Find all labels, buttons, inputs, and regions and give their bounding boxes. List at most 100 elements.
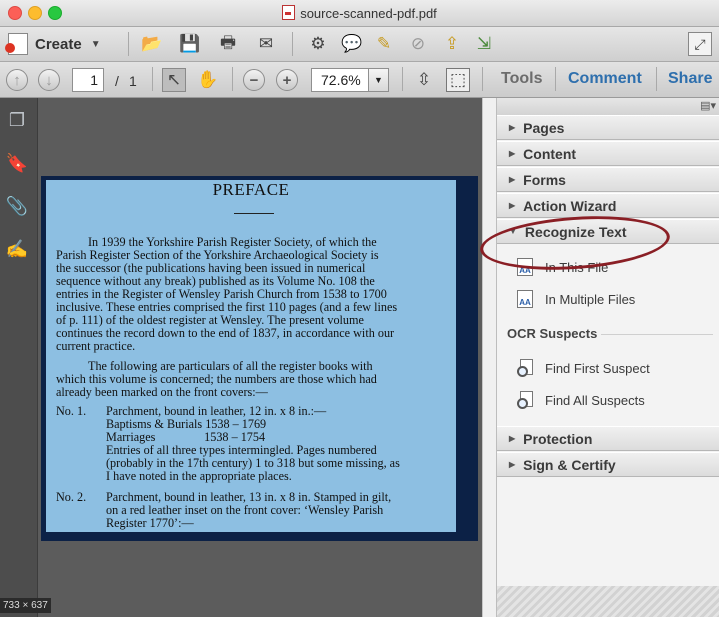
title-bar: source-scanned-pdf.pdf (0, 0, 719, 27)
highlight-icon[interactable]: ✎ (372, 32, 396, 56)
scroll-mode-button[interactable]: ⇳ (412, 68, 436, 92)
section-forms[interactable]: ▶ Forms (497, 167, 719, 192)
attachment-icon[interactable]: 📎 (5, 194, 29, 218)
zoom-dropdown[interactable]: ▼ (368, 68, 389, 92)
minus-icon: − (249, 71, 259, 89)
find-suspect-icon (517, 359, 533, 377)
document-line: already been marked on the front covers:… (56, 385, 268, 399)
section-label: Content (523, 145, 577, 162)
fullscreen-icon[interactable]: ⤢ (688, 32, 712, 56)
toolbar-divider (128, 32, 129, 56)
section-label: Forms (523, 171, 566, 188)
hand-tool-button[interactable]: ✋ (196, 68, 220, 92)
section-sign-certify[interactable]: ▶ Sign & Certify (497, 452, 719, 477)
toolbar-divider (402, 67, 403, 91)
section-protection[interactable]: ▶ Protection (497, 426, 719, 451)
select-tool-button[interactable]: ↖ (162, 68, 186, 92)
page-thumbnails-icon[interactable]: ❐ (5, 108, 29, 132)
chevron-down-icon: ▼ (90, 38, 101, 50)
section-label: Sign & Certify (523, 456, 616, 473)
cursor-arrow-icon: ↖ (166, 70, 182, 89)
zoom-out-button[interactable]: − (243, 69, 265, 91)
sign-icon[interactable]: ⊘ (406, 32, 430, 56)
section-label: Action Wizard (523, 197, 617, 214)
tools-panel: ▤▾ ▶ Pages ▶ Content ▶ Forms ▶ Action Wizard… (496, 98, 719, 617)
section-pages[interactable]: ▶ Pages (497, 115, 719, 140)
next-page-button[interactable]: ↓ (38, 69, 60, 91)
dimension-label: 733 × 637 (0, 598, 51, 613)
page-separator: / (115, 73, 119, 89)
triangle-right-icon: ▶ (509, 123, 516, 132)
panel-header: ▤▾ (497, 98, 719, 116)
panel-empty-area (497, 478, 719, 586)
item-label: Find First Suspect (545, 360, 650, 376)
bookmark-icon[interactable]: 🔖 (5, 151, 29, 175)
entry-line: I have noted in the appropriate places. (106, 469, 292, 483)
page-total: 1 (129, 73, 137, 89)
comment-icon[interactable]: 💬 (340, 32, 364, 56)
share-icon[interactable]: ⇲ (472, 32, 496, 56)
section-label: Protection (523, 430, 593, 447)
create-button[interactable]: Create ▼ (5, 32, 101, 56)
page-scroll-icon: ⇳ (416, 70, 432, 89)
triangle-right-icon: ▶ (509, 149, 516, 158)
main-toolbar: Create ▼ 📂 💾 🖶 ✉ ⚙ 💬 ✎ ⊘ ⇪ ⇲ ⤢ (0, 27, 719, 62)
ocr-multiple-documents-icon: AA (517, 290, 533, 308)
in-multiple-files-item[interactable]: AA In Multiple Files (517, 288, 635, 310)
fit-page-icon: ⬚ (449, 70, 467, 89)
arrow-down-icon: ↓ (45, 71, 53, 89)
ocr-suspects-heading: OCR Suspects (507, 326, 598, 341)
signature-icon[interactable]: ✍ (5, 237, 29, 261)
toolbar-divider (152, 67, 153, 91)
triangle-right-icon: ▶ (509, 460, 516, 469)
pdf-file-icon (282, 5, 296, 20)
gear-icon[interactable]: ⚙ (306, 32, 330, 56)
vertical-scrollbar[interactable] (482, 98, 497, 617)
panel-resize-area (497, 586, 719, 617)
item-label: In Multiple Files (545, 291, 636, 307)
panel-options-icon[interactable]: ▤▾ (700, 99, 716, 112)
section-content[interactable]: ▶ Content (497, 141, 719, 166)
entry-number: No. 2. (56, 490, 87, 504)
window-title-text: source-scanned-pdf.pdf (300, 6, 437, 21)
triangle-right-icon: ▶ (509, 175, 516, 184)
triangle-right-icon: ▶ (509, 434, 516, 443)
toolbar-divider (232, 67, 233, 91)
toolbar-divider (482, 67, 483, 91)
find-all-suspects-item[interactable]: Find All Suspects (517, 389, 645, 411)
document-line: current practice. (56, 339, 136, 353)
save-icon[interactable]: 💾 (178, 32, 202, 56)
zoom-value: 72.6% (321, 72, 361, 88)
heading-rule (234, 213, 274, 214)
create-label: Create (35, 35, 82, 53)
find-first-suspect-item[interactable]: Find First Suspect (517, 357, 650, 379)
navigation-toolbar: ↑ ↓ 1 / 1 ↖ ✋ − + 72.6% ▼ ⇳ ⬚ Tools Comm… (0, 62, 719, 98)
zoom-input[interactable]: 72.6% (311, 68, 369, 92)
open-folder-icon[interactable]: 📂 (140, 32, 164, 56)
navigation-pane: ❐ 🔖 📎 ✍ (0, 98, 38, 617)
item-label: Find All Suspects (545, 392, 645, 408)
document-heading: PREFACE (212, 180, 290, 199)
window-title: source-scanned-pdf.pdf (0, 5, 719, 21)
triangle-right-icon: ▶ (509, 201, 516, 210)
tab-tools[interactable]: Tools (501, 70, 542, 88)
section-label: Pages (523, 119, 565, 136)
print-icon[interactable]: 🖶 (216, 32, 240, 56)
page-number-value: 1 (90, 72, 98, 88)
tab-share[interactable]: Share (668, 70, 712, 88)
section-action-wizard[interactable]: ▶ Action Wizard (497, 193, 719, 218)
toolbar-divider (555, 67, 556, 91)
tab-comment[interactable]: Comment (568, 70, 642, 88)
create-pdf-icon (5, 33, 28, 55)
scanned-page-content: PREFACE In 1939 the Yorkshire Parish Reg… (46, 180, 456, 532)
email-icon[interactable]: ✉ (254, 32, 278, 56)
entry-line: Register 1770’:— (106, 516, 194, 530)
send-icon[interactable]: ⇪ (440, 32, 464, 56)
chevron-down-icon: ▼ (374, 75, 383, 85)
fit-page-button[interactable]: ⬚ (446, 68, 470, 92)
previous-page-button[interactable]: ↑ (6, 69, 28, 91)
zoom-in-button[interactable]: + (276, 69, 298, 91)
entry-number: No. 1. (56, 404, 87, 418)
page-number-input[interactable]: 1 (72, 68, 104, 92)
arrow-up-icon: ↑ (13, 71, 21, 89)
